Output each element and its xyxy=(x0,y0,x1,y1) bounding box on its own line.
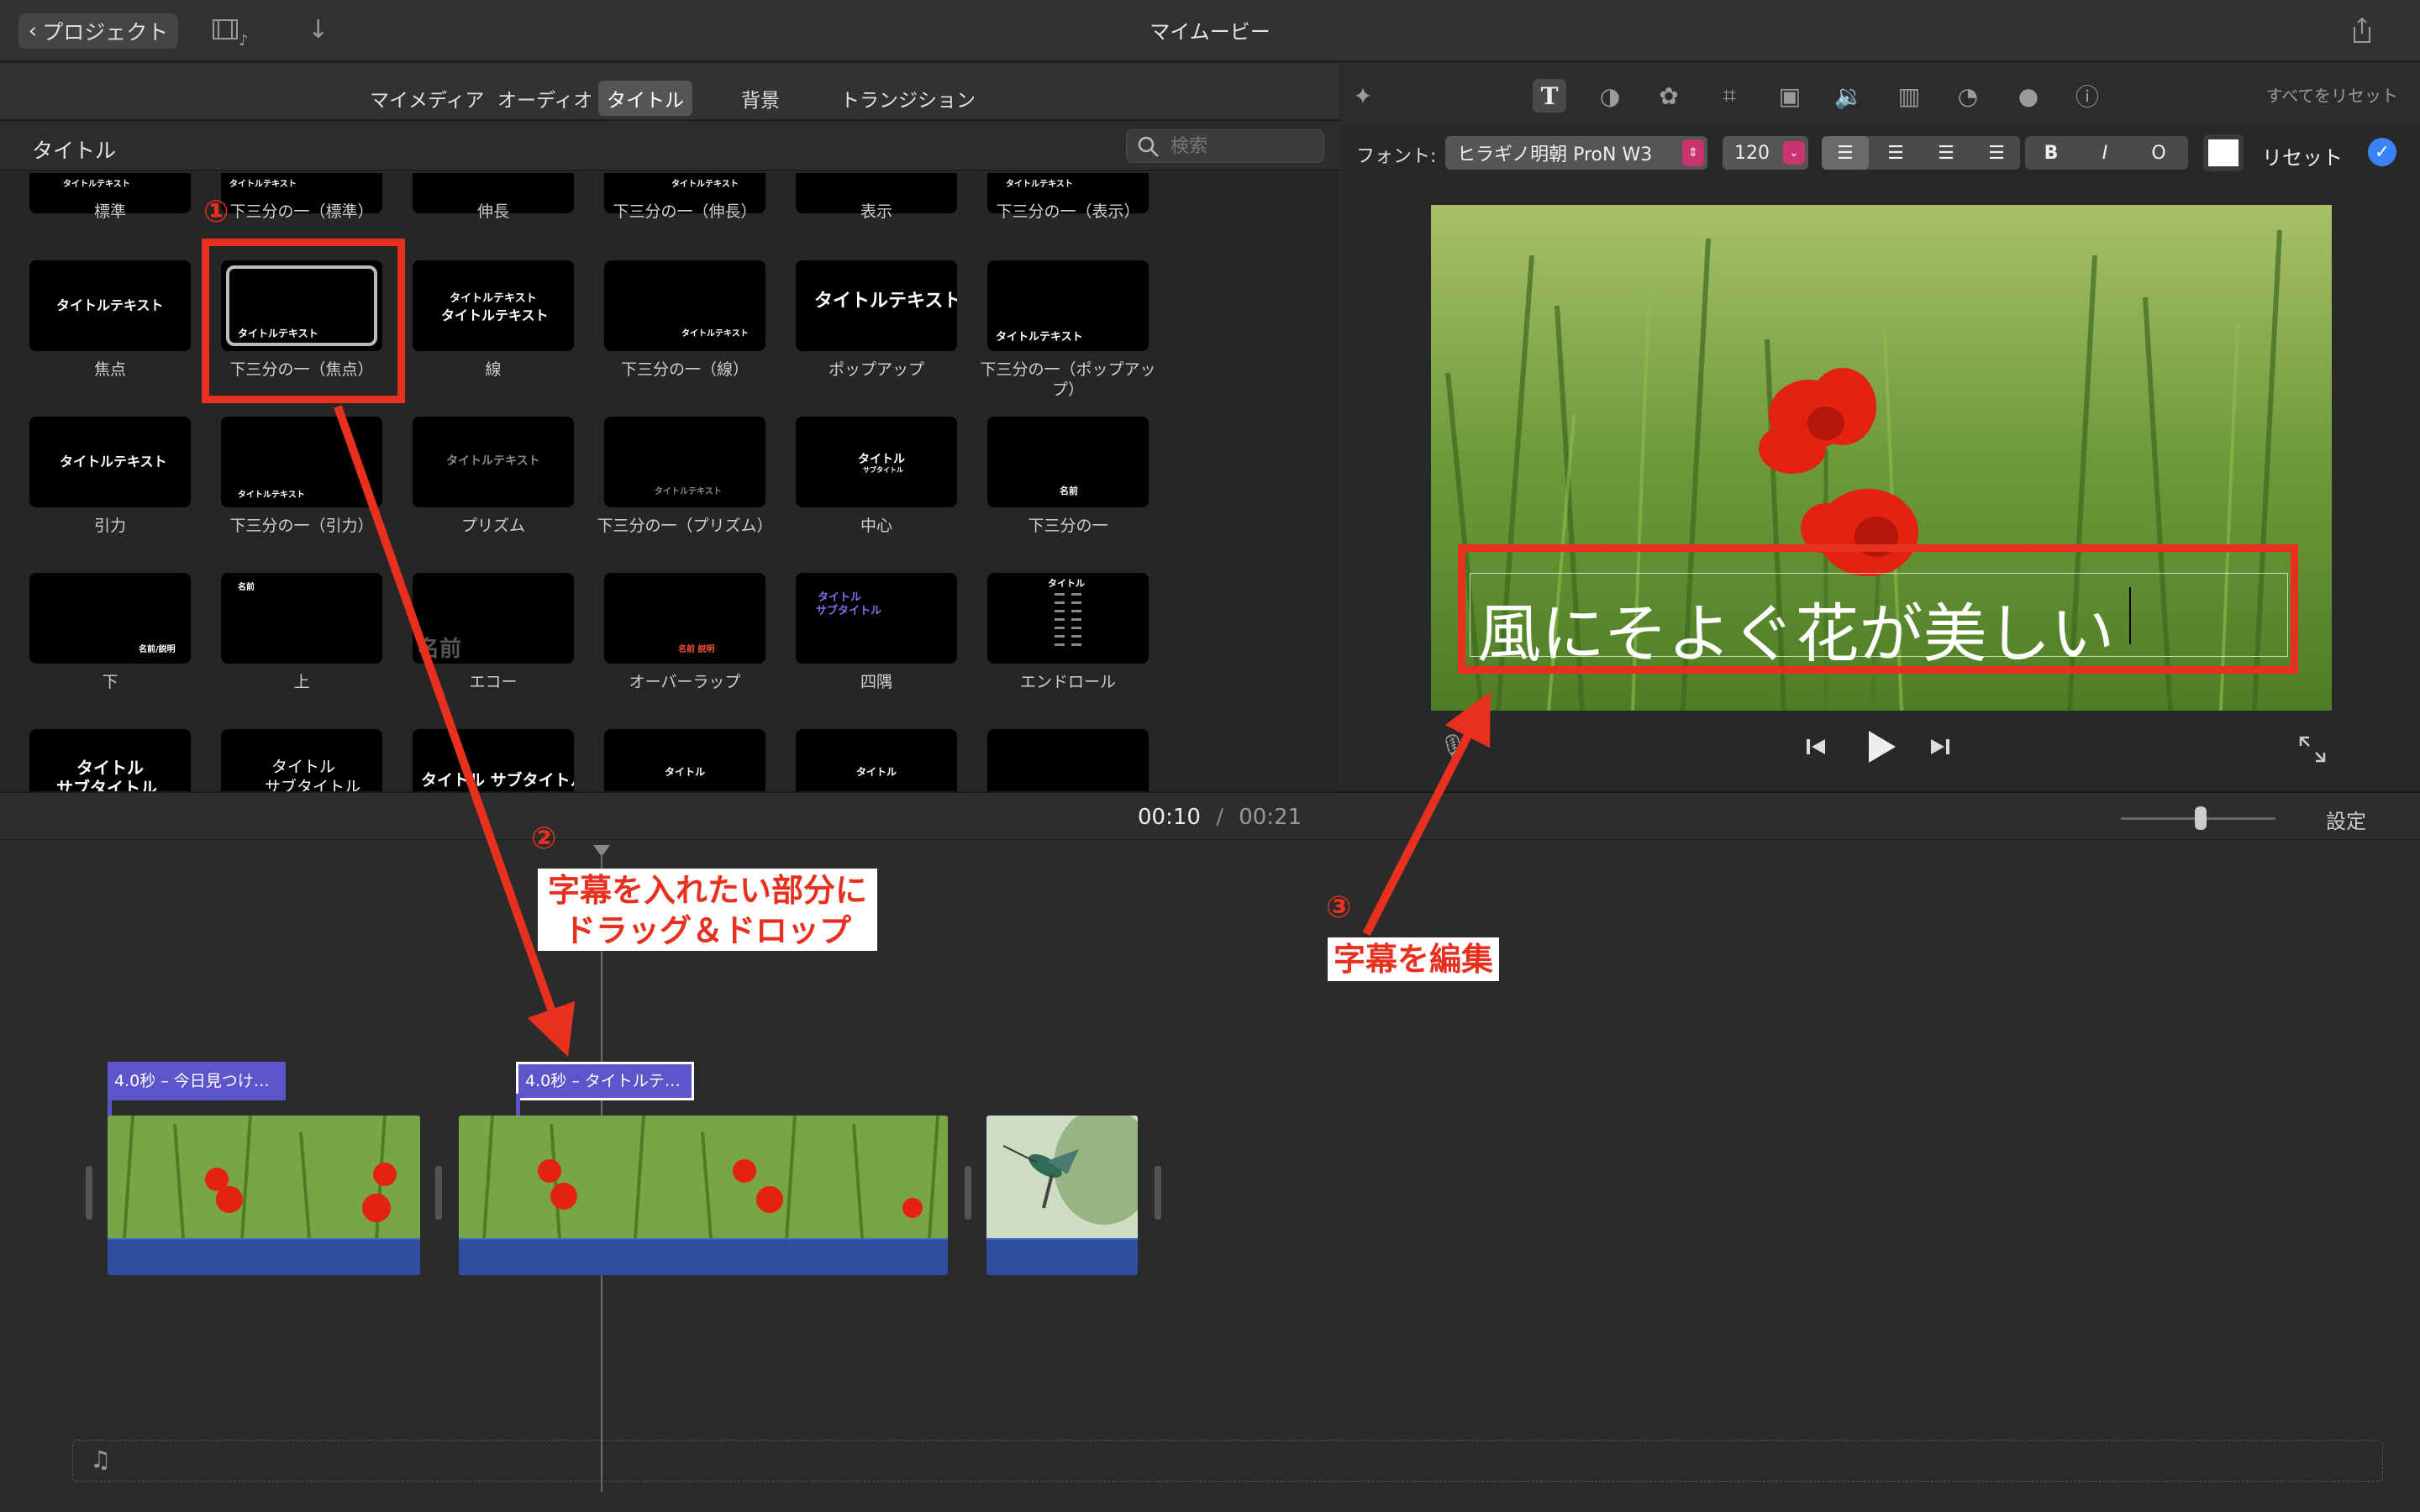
annotation-arrows xyxy=(334,405,1491,1058)
annotation-step2-line1: 字幕を入れたい部分に xyxy=(547,872,867,909)
annotation-number-2: ② xyxy=(531,822,557,856)
annotation-step2-line2: ドラッグ＆ドロップ xyxy=(563,912,851,949)
annotation-number-3: ③ xyxy=(1326,890,1352,925)
annotation-edit-caption: 字幕を編集 xyxy=(1328,937,1499,981)
annotation-drag-drop: 字幕を入れたい部分に ドラッグ＆ドロップ xyxy=(538,869,877,951)
